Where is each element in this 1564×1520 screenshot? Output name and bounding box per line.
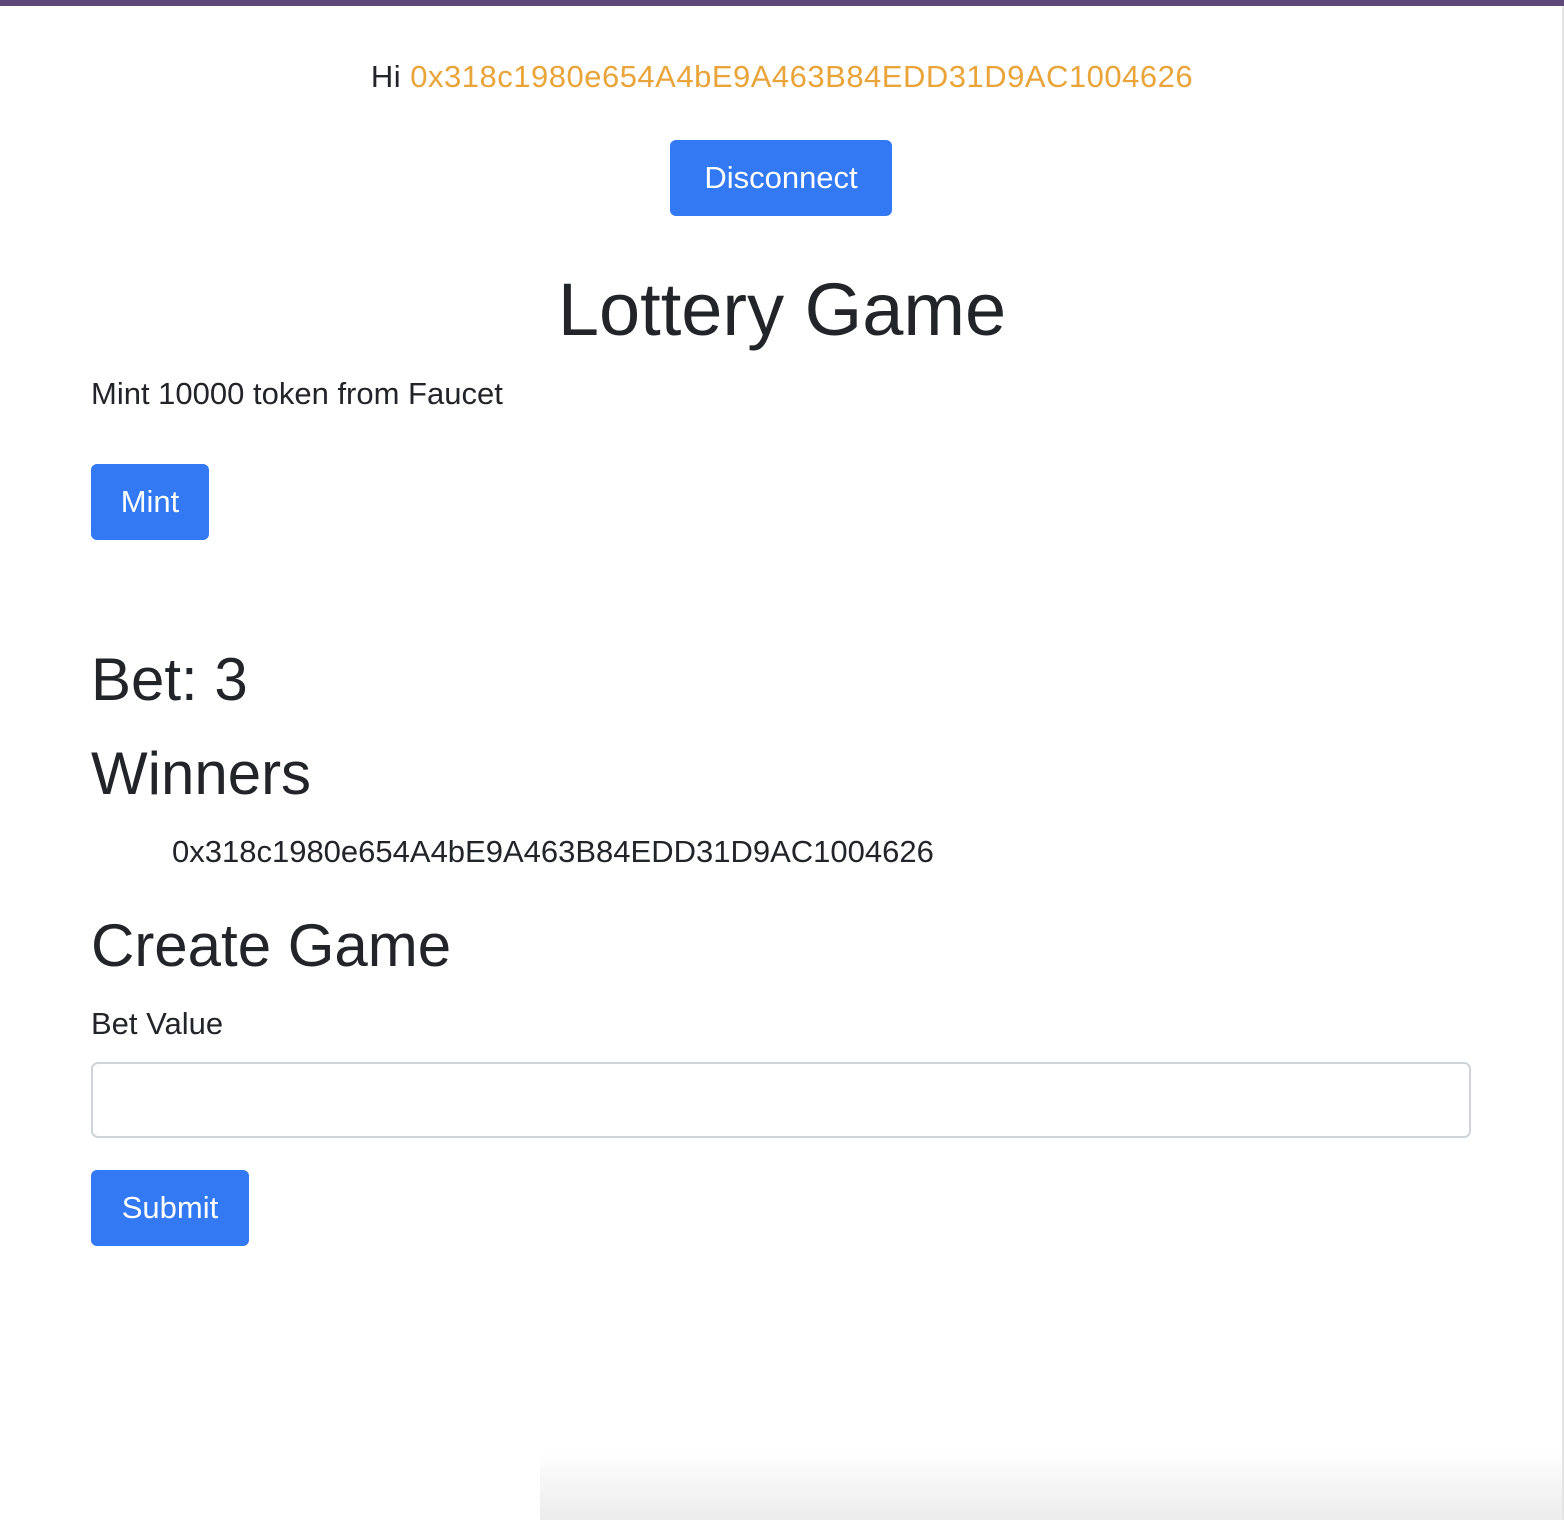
create-game-heading: Create Game — [91, 912, 452, 979]
mint-button[interactable]: Mint — [91, 464, 209, 540]
bet-heading: Bet: 3 — [91, 646, 248, 713]
submit-button[interactable]: Submit — [91, 1170, 249, 1246]
window-shadow — [540, 1450, 1564, 1520]
app-window: Hi 0x318c1980e654A4bE9A463B84EDD31D9AC10… — [0, 6, 1564, 1520]
bet-value-label: Bet Value — [91, 1006, 224, 1041]
bet-value-input[interactable] — [91, 1062, 1471, 1138]
mint-description: Mint 10000 token from Faucet — [91, 376, 503, 411]
disconnect-button[interactable]: Disconnect — [670, 140, 892, 216]
greeting-prefix: Hi — [370, 59, 402, 94]
account-address: 0x318c1980e654A4bE9A463B84EDD31D9AC10046… — [410, 59, 1194, 94]
winners-list: 0x318c1980e654A4bE9A463B84EDD31D9AC10046… — [172, 830, 934, 874]
greeting: Hi 0x318c1980e654A4bE9A463B84EDD31D9AC10… — [0, 54, 1564, 100]
winner-item: 0x318c1980e654A4bE9A463B84EDD31D9AC10046… — [172, 834, 934, 869]
winners-heading: Winners — [91, 740, 312, 807]
page-title: Lottery Game — [557, 268, 1007, 351]
